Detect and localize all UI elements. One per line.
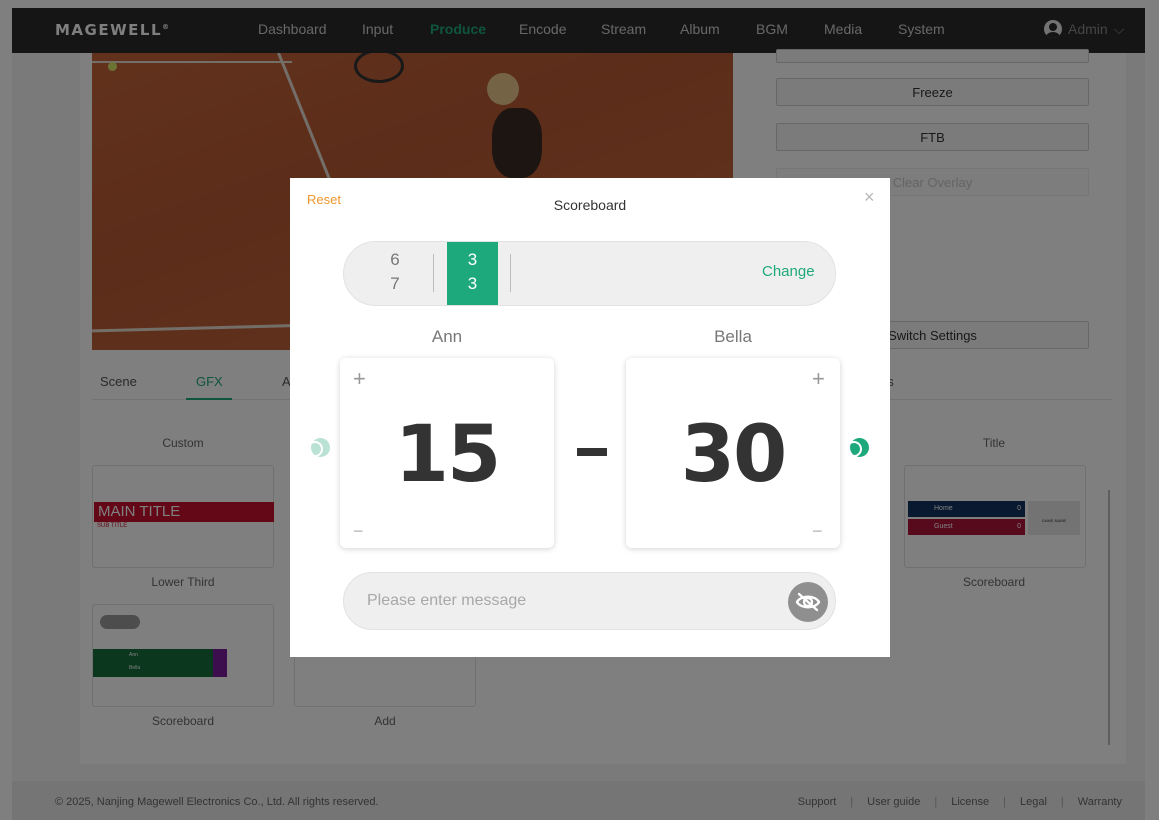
player1-minus-icon[interactable]: − <box>353 521 364 542</box>
player1-name: Ann <box>431 327 463 346</box>
player2-plus-icon[interactable]: + <box>812 366 825 392</box>
player2-name: Bella <box>714 327 752 346</box>
close-icon[interactable]: × <box>864 187 875 208</box>
player1-plus-icon[interactable]: + <box>353 366 366 392</box>
set-score-bar: 6 7 3 3 Change <box>343 241 836 306</box>
previous-set-score: 6 7 <box>390 250 400 293</box>
change-button[interactable]: Change <box>762 263 815 280</box>
set-divider <box>510 254 511 292</box>
message-bar <box>343 572 836 630</box>
hide-message-button[interactable] <box>788 582 828 622</box>
serve-indicator-player1-icon[interactable] <box>307 438 330 457</box>
set-divider <box>433 254 434 292</box>
eye-off-icon <box>795 592 821 612</box>
player1-score-box: + 15 − <box>340 358 554 548</box>
message-input[interactable] <box>367 592 767 610</box>
serve-indicator-player2-icon[interactable] <box>846 438 869 457</box>
player1-score: 15 <box>394 410 502 500</box>
player2-score-box: + 30 − <box>626 358 840 548</box>
current-set-score: 3 3 <box>447 242 498 305</box>
player2-minus-icon[interactable]: − <box>812 521 823 542</box>
player2-score: 30 <box>680 410 788 500</box>
dialog-title: Scoreboard <box>553 197 627 213</box>
score-separator <box>577 448 607 456</box>
scoreboard-dialog: Reset Scoreboard × 6 7 3 3 Change Ann Be… <box>290 178 890 657</box>
